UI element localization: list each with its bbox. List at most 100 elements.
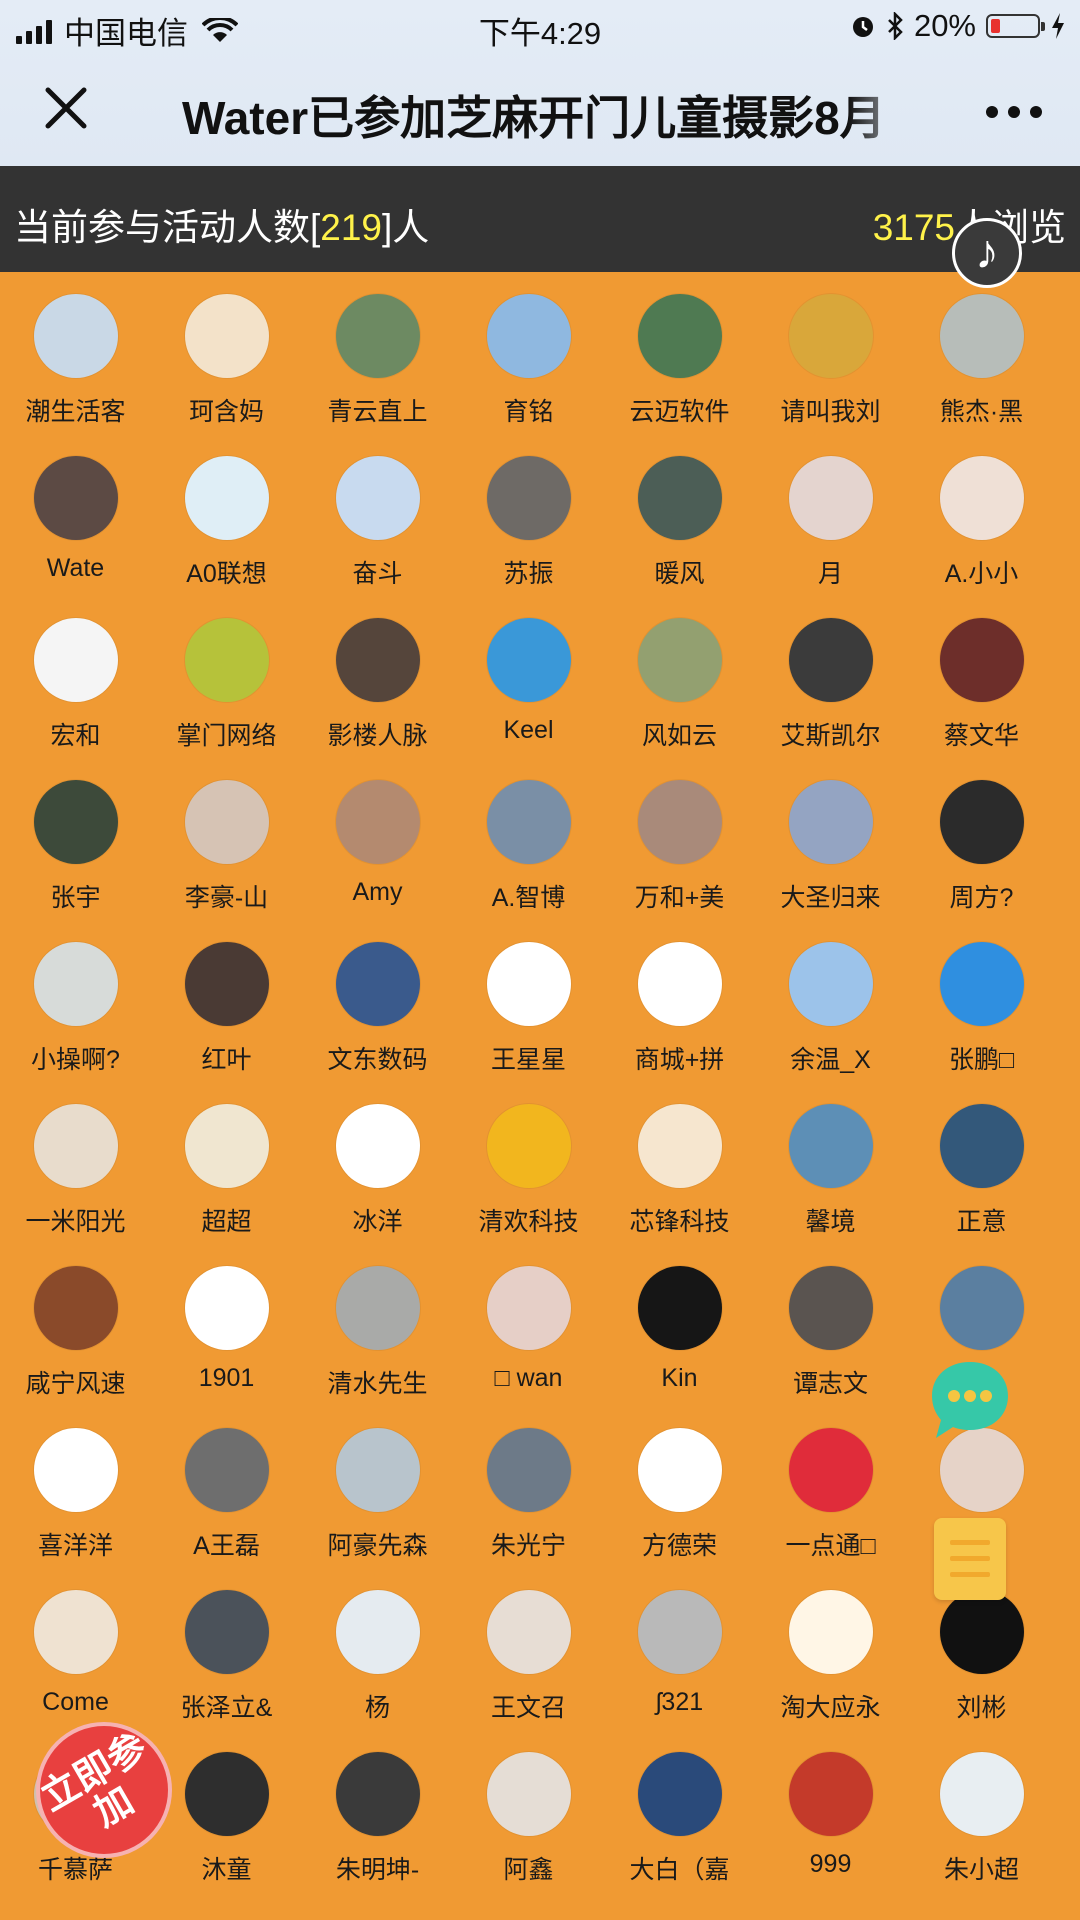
participant-item[interactable]: 红叶 xyxy=(151,920,302,1076)
avatar[interactable] xyxy=(335,1104,420,1188)
avatar[interactable] xyxy=(788,780,873,864)
participant-item[interactable]: □ wan xyxy=(453,1244,604,1393)
participant-item[interactable]: 一米阳光 xyxy=(0,1082,151,1238)
avatar[interactable] xyxy=(335,1752,420,1836)
avatar[interactable] xyxy=(486,1104,571,1188)
participant-item[interactable]: 喜洋洋 xyxy=(0,1406,151,1562)
avatar[interactable] xyxy=(637,1428,722,1512)
participant-item[interactable]: 万和+美 xyxy=(604,758,755,914)
avatar[interactable] xyxy=(486,1590,571,1674)
participant-item[interactable]: A.智博 xyxy=(453,758,604,914)
avatar[interactable] xyxy=(33,1266,118,1350)
participant-item[interactable]: 苏振 xyxy=(453,434,604,590)
participant-item[interactable]: 蔡文华 xyxy=(906,596,1057,752)
participant-item[interactable]: 青云直上 xyxy=(302,272,453,428)
participant-item[interactable]: 清水先生 xyxy=(302,1244,453,1400)
participant-item[interactable]: ʃ321 xyxy=(604,1568,755,1717)
avatar[interactable] xyxy=(637,780,722,864)
avatar[interactable] xyxy=(939,618,1024,702)
music-toggle-button[interactable]: ♪ xyxy=(952,218,1022,288)
participant-item[interactable]: 朱小超 xyxy=(906,1730,1057,1886)
avatar[interactable] xyxy=(335,942,420,1026)
participant-item[interactable]: 商城+拼 xyxy=(604,920,755,1076)
participant-item[interactable]: 朱光宁 xyxy=(453,1406,604,1562)
notes-icon[interactable] xyxy=(934,1518,1006,1600)
participant-item[interactable]: 暖风 xyxy=(604,434,755,590)
chat-bubble-icon[interactable] xyxy=(928,1358,1012,1442)
participant-item[interactable] xyxy=(906,1244,1057,1364)
avatar[interactable] xyxy=(939,456,1024,540)
participant-item[interactable]: 朱明坤- xyxy=(302,1730,453,1886)
participant-item[interactable]: 影楼人脉 xyxy=(302,596,453,752)
avatar[interactable] xyxy=(788,294,873,378)
participant-item[interactable]: 杨 xyxy=(302,1568,453,1724)
participant-item[interactable]: 周方? xyxy=(906,758,1057,914)
participant-item[interactable]: 李豪-山 xyxy=(151,758,302,914)
avatar[interactable] xyxy=(33,1590,118,1674)
close-icon[interactable] xyxy=(38,80,94,136)
avatar[interactable] xyxy=(184,1428,269,1512)
avatar[interactable] xyxy=(184,1752,269,1836)
participant-item[interactable]: 王文召 xyxy=(453,1568,604,1724)
avatar[interactable] xyxy=(788,1266,873,1350)
avatar[interactable] xyxy=(788,456,873,540)
avatar[interactable] xyxy=(335,1590,420,1674)
participant-item[interactable]: Come xyxy=(0,1568,151,1717)
avatar[interactable] xyxy=(335,780,420,864)
avatar[interactable] xyxy=(939,942,1024,1026)
participant-item[interactable]: 风如云 xyxy=(604,596,755,752)
avatar[interactable] xyxy=(486,618,571,702)
participant-item[interactable]: 1901 xyxy=(151,1244,302,1393)
avatar[interactable] xyxy=(33,1428,118,1512)
avatar[interactable] xyxy=(33,942,118,1026)
participant-item[interactable]: 王星星 xyxy=(453,920,604,1076)
avatar[interactable] xyxy=(939,294,1024,378)
participant-item[interactable]: 月 xyxy=(755,434,906,590)
avatar[interactable] xyxy=(788,618,873,702)
avatar[interactable] xyxy=(486,1752,571,1836)
avatar[interactable] xyxy=(184,1104,269,1188)
avatar[interactable] xyxy=(939,1104,1024,1188)
participant-item[interactable]: 育铭 xyxy=(453,272,604,428)
avatar[interactable] xyxy=(637,1266,722,1350)
participant-item[interactable]: Wate xyxy=(0,434,151,583)
participant-item[interactable]: 熊杰·黑 xyxy=(906,272,1057,428)
participant-item[interactable]: 张泽立& xyxy=(151,1568,302,1724)
avatar[interactable] xyxy=(788,1428,873,1512)
participant-item[interactable]: 奋斗 xyxy=(302,434,453,590)
avatar[interactable] xyxy=(788,1752,873,1836)
avatar[interactable] xyxy=(486,294,571,378)
avatar[interactable] xyxy=(788,942,873,1026)
participant-item[interactable]: 咸宁风速 xyxy=(0,1244,151,1400)
avatar[interactable] xyxy=(486,1266,571,1350)
avatar[interactable] xyxy=(33,1104,118,1188)
avatar[interactable] xyxy=(184,456,269,540)
avatar[interactable] xyxy=(335,1428,420,1512)
avatar[interactable] xyxy=(33,294,118,378)
participant-item[interactable]: 清欢科技 xyxy=(453,1082,604,1238)
participant-item[interactable]: 大圣归来 xyxy=(755,758,906,914)
participant-item[interactable]: 珂含妈 xyxy=(151,272,302,428)
avatar[interactable] xyxy=(33,780,118,864)
avatar[interactable] xyxy=(184,294,269,378)
avatar[interactable] xyxy=(335,1266,420,1350)
participant-item[interactable]: 宏和 xyxy=(0,596,151,752)
participant-item[interactable]: 冰洋 xyxy=(302,1082,453,1238)
avatar[interactable] xyxy=(184,1590,269,1674)
avatar[interactable] xyxy=(184,780,269,864)
participant-item[interactable]: 方德荣 xyxy=(604,1406,755,1562)
avatar[interactable] xyxy=(335,456,420,540)
participant-item[interactable]: A.小小 xyxy=(906,434,1057,590)
participant-item[interactable]: 999 xyxy=(755,1730,906,1879)
participant-item[interactable]: A0联想 xyxy=(151,434,302,590)
participant-item[interactable]: 馨境 xyxy=(755,1082,906,1238)
participant-item[interactable]: 淘大应永 xyxy=(755,1568,906,1724)
participant-item[interactable]: 张宇 xyxy=(0,758,151,914)
avatar[interactable] xyxy=(788,1590,873,1674)
avatar[interactable] xyxy=(939,1266,1024,1350)
avatar[interactable] xyxy=(33,456,118,540)
participant-item[interactable]: 阿豪先森 xyxy=(302,1406,453,1562)
participant-item[interactable]: 掌门网络 xyxy=(151,596,302,752)
participant-item[interactable]: 文东数码 xyxy=(302,920,453,1076)
participant-item[interactable]: Keel xyxy=(453,596,604,745)
